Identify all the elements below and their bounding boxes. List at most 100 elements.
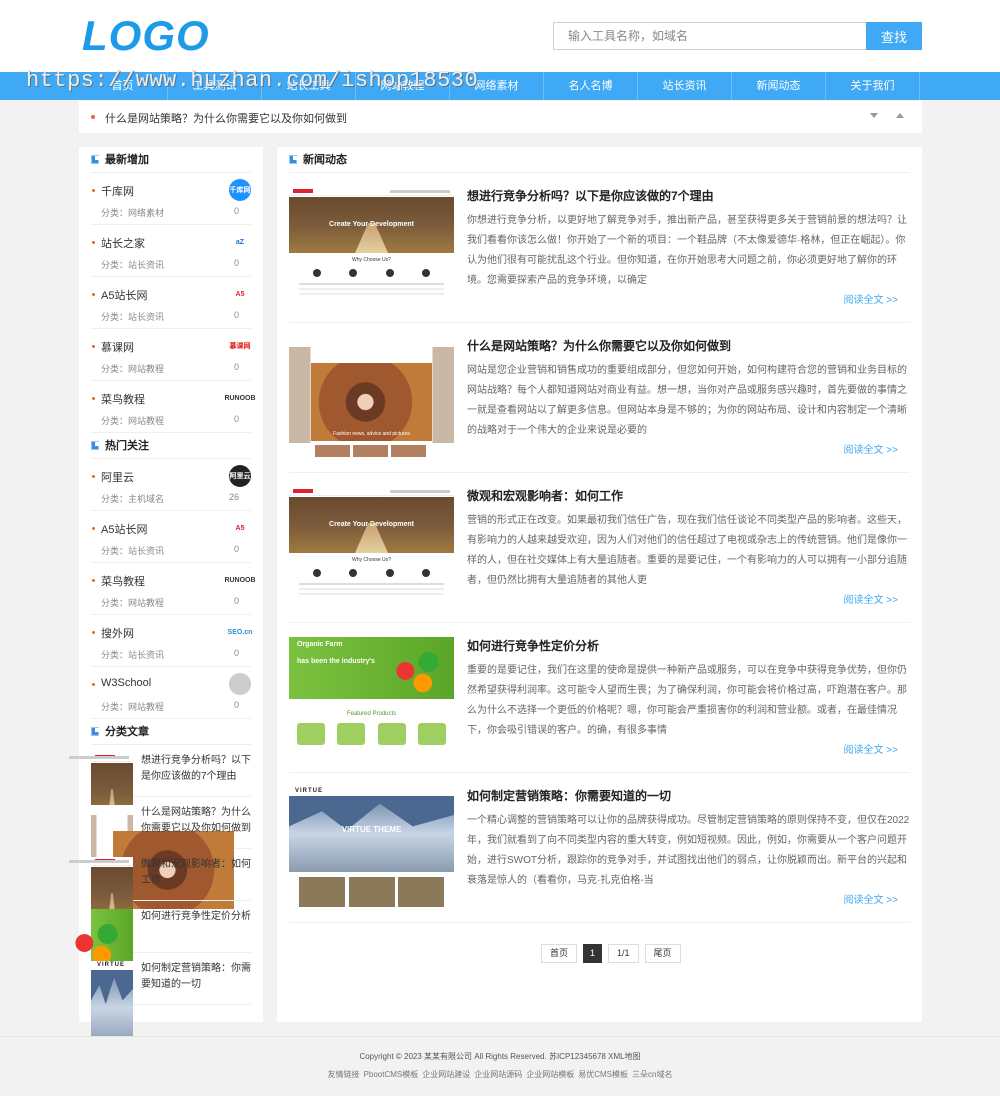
arrow-up-icon[interactable]: [896, 113, 904, 118]
list-item[interactable]: 什么是网站策略？为什么你需要它以及你如何做到: [91, 797, 251, 911]
thumbnail-image[interactable]: Organic Farm has been the industry's Featu…: [289, 637, 454, 757]
site-name[interactable]: 搜外网: [101, 625, 134, 641]
footer-link[interactable]: 三朵cn域名: [632, 1070, 672, 1079]
read-more-link[interactable]: 阅读全文 >>: [844, 891, 898, 906]
site-name[interactable]: A5站长网: [101, 521, 147, 537]
bullet-dot: [92, 293, 95, 296]
pager-current[interactable]: 1: [583, 944, 603, 963]
news-thumb[interactable]: Create Your Development Why Choose Us?: [289, 487, 454, 607]
news-title[interactable]: 什么是网站策略？为什么你需要它以及你如何做到: [467, 337, 731, 354]
news-title[interactable]: 微观和宏观影响者：如何工作: [467, 487, 623, 504]
site-name[interactable]: 慕课网: [101, 339, 134, 355]
a5-logo-icon[interactable]: A5: [229, 517, 251, 539]
footer-link[interactable]: 企业网站模板: [526, 1070, 574, 1079]
thumbnail-image[interactable]: Create Your Development Why Choose Us?: [289, 187, 454, 307]
read-more-link[interactable]: 阅读全文 >>: [844, 741, 898, 756]
list-item[interactable]: 菜鸟教程 分类：网站教程 0 RUNOOB: [91, 381, 256, 433]
article-title[interactable]: 如何制定营销策略：你需要知道的一切: [141, 961, 259, 993]
footer-link[interactable]: PbootCMS模板: [364, 1070, 419, 1079]
pager-first[interactable]: 首页: [541, 944, 578, 963]
list-item[interactable]: 想进行竞争分析吗？以下是你应该做的7个理由: [69, 745, 251, 819]
notice-text[interactable]: 什么是网站策略？为什么你需要它以及你如何做到: [105, 110, 347, 126]
a5-logo-icon[interactable]: A5: [229, 283, 251, 305]
thumb-subtitle: Why Choose Us?: [352, 257, 391, 263]
footer-link[interactable]: 易优CMS模板: [578, 1070, 628, 1079]
site-name[interactable]: 站长之家: [101, 235, 145, 251]
qianku-logo-icon[interactable]: 千库网: [229, 179, 251, 201]
news-thumb[interactable]: Create Your Development Why Choose Us?: [289, 187, 454, 307]
news-summary: 营销的形式正在改变。如果最初我们信任广告，现在我们信任谈论不同类型产品的影响者。…: [467, 515, 907, 586]
site-name[interactable]: W3School: [101, 677, 151, 689]
news-thumb[interactable]: Organic Farm has been the industry's Featu…: [289, 637, 454, 757]
thumbnail-image[interactable]: [67, 909, 133, 979]
list-item[interactable]: 阿里云 分类：主机域名 26 阿里云: [91, 459, 251, 511]
imooc-logo-icon[interactable]: 慕课网: [229, 335, 251, 357]
article-title[interactable]: 想进行竞争分析吗？以下是你应该做的7个理由: [141, 753, 259, 785]
thumbnail-image[interactable]: VIRTUE: [91, 961, 133, 1046]
nav-item-webmaster-tools[interactable]: 站长工具: [262, 72, 356, 100]
list-item[interactable]: W3School 分类：网站教程 0: [91, 667, 251, 719]
site-logo[interactable]: LOGO: [82, 12, 210, 60]
list-item[interactable]: VIRTUE 如何制定营销策略：你需要知道的一切: [91, 953, 251, 1046]
thumbnail-image[interactable]: Create Your Development Why Choose Us?: [289, 487, 454, 607]
runoob-logo-icon[interactable]: RUNOOB: [224, 569, 256, 591]
article-title[interactable]: 如何进行竞争性定价分析: [141, 909, 259, 925]
read-more-link[interactable]: 阅读全文 >>: [844, 291, 898, 306]
article-thumb[interactable]: [67, 909, 133, 979]
thumbnail-image[interactable]: [69, 753, 133, 819]
site-name[interactable]: 菜鸟教程: [101, 391, 145, 407]
thumb-header: VIRTUE: [289, 787, 454, 796]
nav-item-home[interactable]: 首页: [78, 72, 168, 100]
news-thumb[interactable]: Fashion news, advice and pictures: [289, 337, 454, 457]
site-name[interactable]: 菜鸟教程: [101, 573, 145, 589]
site-name[interactable]: A5站长网: [101, 287, 147, 303]
thumbnail-image[interactable]: VIRTUE VIRTUE THEME: [289, 787, 454, 907]
thumbnail-image[interactable]: [69, 857, 133, 923]
news-title[interactable]: 想进行竞争分析吗？以下是你应该做的7个理由: [467, 187, 714, 204]
article-thumb[interactable]: VIRTUE: [91, 961, 133, 1046]
aliyun-logo-icon[interactable]: 阿里云: [229, 465, 251, 487]
news-title[interactable]: 如何制定营销策略：你需要知道的一切: [467, 787, 671, 804]
nav-item-celebrity-blogs[interactable]: 名人名博: [544, 72, 638, 100]
site-name[interactable]: 阿里云: [101, 469, 134, 485]
article-thumb[interactable]: [91, 805, 234, 911]
article-title[interactable]: 什么是网站策略？为什么你需要它以及你如何做到: [141, 805, 259, 837]
list-item[interactable]: 站长之家 分类：站长资讯 0 aZ: [91, 225, 251, 277]
runoob-logo-icon[interactable]: RUNOOB: [224, 387, 256, 409]
article-thumb[interactable]: [69, 857, 133, 923]
read-more-link[interactable]: 阅读全文 >>: [844, 441, 898, 456]
site-name[interactable]: 千库网: [101, 183, 134, 199]
list-item[interactable]: A5站长网 分类：站长资讯 0 A5: [91, 511, 251, 563]
footer-link[interactable]: 企业网站建设: [422, 1070, 470, 1079]
pager-last[interactable]: 尾页: [644, 944, 681, 963]
seowhy-logo-icon[interactable]: SEO.cn: [228, 621, 252, 643]
list-item[interactable]: 菜鸟教程 分类：网站教程 0 RUNOOB: [91, 563, 256, 615]
nav-item-webmaster-news[interactable]: 站长资讯: [638, 72, 732, 100]
news-title[interactable]: 如何进行竞争性定价分析: [467, 637, 599, 654]
list-item[interactable]: 千库网 分类：网络素材 0 千库网: [91, 173, 251, 225]
nav-item-about[interactable]: 关于我们: [826, 72, 920, 100]
list-item[interactable]: A5站长网 分类：站长资讯 0 A5: [91, 277, 251, 329]
chinaz-logo-icon[interactable]: aZ: [229, 231, 251, 253]
list-item[interactable]: 微观和宏观影响者：如何工作: [69, 849, 251, 923]
nav-item-materials[interactable]: 网络素材: [450, 72, 544, 100]
w3school-logo-icon[interactable]: [229, 673, 251, 695]
footer-link[interactable]: 企业网站源码: [474, 1070, 522, 1079]
article-title[interactable]: 微观和宏观影响者：如何工作: [141, 857, 259, 889]
list-item[interactable]: 如何进行竞争性定价分析: [67, 901, 251, 979]
nav-item-tool-test[interactable]: 工具测试: [168, 72, 262, 100]
nav-item-news[interactable]: 新闻动态: [732, 72, 826, 100]
arrow-down-icon[interactable]: [870, 113, 878, 118]
article-thumb[interactable]: [69, 753, 133, 819]
news-thumb[interactable]: VIRTUE VIRTUE THEME: [289, 787, 454, 907]
search-input[interactable]: [553, 22, 866, 50]
thumbnail-image[interactable]: [91, 805, 234, 911]
thumbnail-image[interactable]: Fashion news, advice and pictures: [289, 337, 454, 457]
list-item[interactable]: 慕课网 分类：网站教程 0 慕课网: [91, 329, 251, 381]
thumb-brand: VIRTUE: [97, 962, 126, 968]
nav-item-tutorials[interactable]: 网站教程: [356, 72, 450, 100]
list-item[interactable]: 搜外网 分类：站长资讯 0 SEO.cn: [91, 615, 252, 667]
news-summary: 你想进行竞争分析，以更好地了解竞争对手，推出新产品，甚至获得更多关于营销前景的想…: [467, 215, 907, 286]
read-more-link[interactable]: 阅读全文 >>: [844, 591, 898, 606]
search-button[interactable]: 查找: [866, 22, 922, 50]
